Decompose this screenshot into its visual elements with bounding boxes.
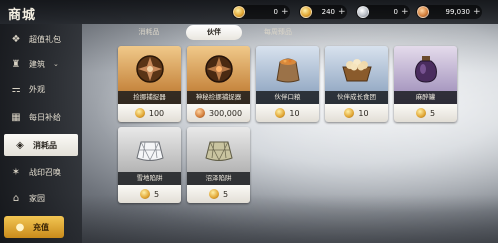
shop-item-card[interactable]: 麻醉罐 5 (394, 46, 457, 122)
currency-silver: 0 + (356, 5, 410, 19)
sidebar: ❖ 超值礼包 ♜ 建筑 ⌄ ⚎ 外观 ▦ 每日补给 ◈ 消耗品 ✶ 战印召唤 ⌂… (0, 24, 82, 243)
currency-amount: 240 (321, 8, 335, 16)
add-currency-button[interactable]: + (473, 5, 482, 19)
chevron-down-icon: ⌄ (53, 60, 59, 68)
item-name: 捡挪捕捉器 (118, 91, 181, 104)
gold-coin-icon (300, 6, 312, 18)
building-icon: ♜ (11, 58, 21, 70)
capture-ball-icon (201, 52, 236, 85)
sidebar-item-home[interactable]: ⌂ 家园 (0, 187, 82, 209)
silver-coin-icon (357, 6, 369, 18)
food-sack-icon (270, 52, 305, 85)
consumable-icon: ◈ (16, 139, 24, 151)
sidebar-item-label: 每日补给 (29, 112, 61, 122)
gold-coin-icon (344, 108, 355, 118)
sidebar-item-label: 家园 (29, 193, 45, 203)
currency-gold-1: 0 + (232, 5, 290, 19)
add-currency-button[interactable]: + (281, 5, 290, 19)
price-value: 5 (153, 189, 160, 199)
outfit-icon: ⚎ (11, 83, 21, 95)
gold-coin-icon (139, 189, 150, 199)
top-bar: 商城 0 + 240 + 0 + 99,030 + (0, 0, 498, 24)
food-basket-icon (339, 52, 374, 85)
bronze-coin-icon (417, 6, 429, 18)
sidebar-item-label: 超值礼包 (29, 34, 61, 44)
gift-icon: ❖ (11, 33, 21, 45)
bronze-coin-icon (194, 108, 205, 118)
item-price: 5 (394, 104, 457, 122)
coins-icon: ● (15, 221, 25, 233)
summon-icon: ✶ (11, 166, 21, 178)
gold-coin-icon (275, 108, 286, 118)
shop-item-card[interactable]: 伙伴成长食团 10 (325, 46, 388, 122)
item-name: 神秘捡挪捕捉器 (187, 91, 250, 104)
sidebar-item-buildings[interactable]: ♜ 建筑 ⌄ (0, 53, 82, 75)
currency-amount: 0 (273, 8, 278, 16)
potion-jar-icon (408, 52, 443, 85)
shop-item-card[interactable]: 沼泽陷阱 5 (187, 127, 250, 203)
currency-gold-2: 240 + (299, 5, 347, 19)
add-currency-button[interactable]: + (338, 5, 347, 19)
recharge-button[interactable]: ● 充值 (4, 216, 64, 238)
price-value: 300,000 (208, 108, 243, 118)
add-currency-button[interactable]: + (401, 5, 410, 19)
sidebar-item-label: 建筑 (29, 59, 45, 69)
sidebar-item-consumables[interactable]: ◈ 消耗品 (4, 134, 78, 156)
price-value: 10 (358, 108, 369, 118)
gold-coin-icon (233, 6, 245, 18)
gold-coin-icon (415, 108, 426, 118)
item-price: 10 (325, 104, 388, 122)
sidebar-item-appearance[interactable]: ⚎ 外观 (0, 78, 82, 100)
sidebar-item-daily-supply[interactable]: ▦ 每日补给 (0, 106, 82, 128)
item-name: 麻醉罐 (394, 91, 457, 104)
calendar-icon: ▦ (11, 111, 21, 123)
home-icon: ⌂ (12, 192, 20, 204)
net-trap-icon (201, 133, 236, 166)
gold-coin-icon (134, 108, 145, 118)
item-price: 10 (256, 104, 319, 122)
price-value: 5 (222, 189, 229, 199)
item-price: 5 (118, 185, 181, 203)
tab-weekly-specials[interactable]: 每周臻品 (254, 25, 302, 40)
sidebar-item-summon[interactable]: ✶ 战印召唤 (0, 161, 82, 183)
shop-item-card[interactable]: 捡挪捕捉器 100 (118, 46, 181, 122)
currency-bronze: 99,030 + (416, 5, 482, 19)
price-value: 5 (429, 108, 436, 118)
shop-item-card[interactable]: 神秘捡挪捕捉器 300,000 (187, 46, 250, 122)
shop-item-card[interactable]: 雪地陷阱 5 (118, 127, 181, 203)
net-trap-icon (132, 133, 167, 166)
sidebar-item-label: 消耗品 (33, 140, 57, 150)
shop-item-card[interactable]: 伙伴口粮 10 (256, 46, 319, 122)
item-name: 雪地陷阱 (118, 172, 181, 185)
sidebar-item-label: 外观 (29, 84, 45, 94)
tab-companions[interactable]: 伙伴 (186, 25, 242, 40)
gold-coin-icon (208, 189, 219, 199)
item-name: 伙伴口粮 (256, 91, 319, 104)
price-value: 100 (148, 108, 165, 118)
capture-ball-icon (132, 52, 167, 85)
recharge-label: 充值 (33, 222, 49, 232)
sidebar-item-gift-packs[interactable]: ❖ 超值礼包 (0, 28, 82, 50)
sidebar-item-label: 战印召唤 (29, 167, 61, 177)
currency-amount: 0 (393, 8, 398, 16)
item-price: 100 (118, 104, 181, 122)
item-name: 伙伴成长食团 (325, 91, 388, 104)
currency-amount: 99,030 (445, 8, 471, 16)
item-name: 沼泽陷阱 (187, 172, 250, 185)
item-price: 300,000 (187, 104, 250, 122)
item-price: 5 (187, 185, 250, 203)
tab-consumables[interactable]: 消耗品 (128, 25, 170, 40)
page-title: 商城 (8, 8, 37, 23)
price-value: 10 (289, 108, 300, 118)
